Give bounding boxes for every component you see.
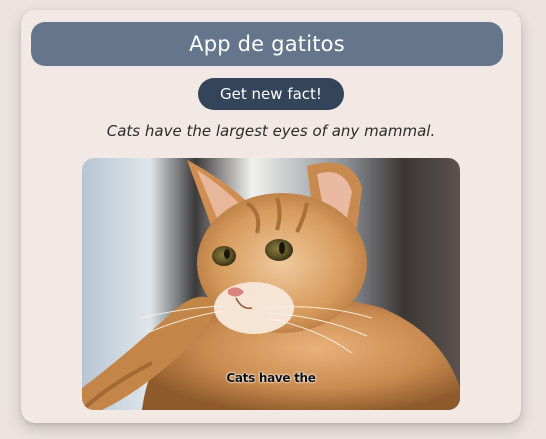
cat-image: Cats have the: [82, 158, 460, 410]
get-new-fact-button[interactable]: Get new fact!: [198, 78, 344, 110]
cat-fact-text: Cats have the largest eyes of any mammal…: [106, 122, 436, 140]
app-title: App de gatitos: [31, 22, 503, 66]
image-caption-overlay: Cats have the: [226, 371, 316, 385]
app-card: App de gatitos Get new fact! Cats have t…: [21, 10, 521, 423]
